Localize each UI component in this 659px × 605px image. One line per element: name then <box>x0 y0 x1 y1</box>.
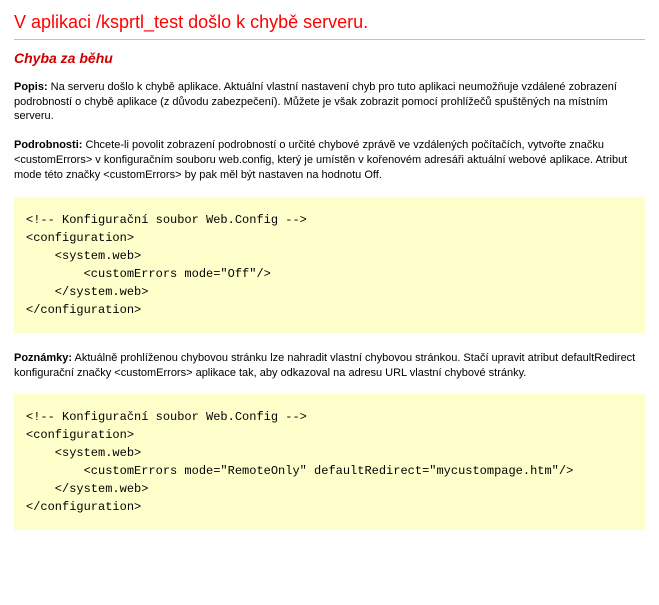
description-label: Popis: <box>14 81 48 93</box>
code-line: <customErrors mode="Off"/> <box>26 265 633 283</box>
code-line: </configuration> <box>26 301 633 319</box>
notes-text: Aktuálně prohlíženou chybovou stránku lz… <box>14 352 635 379</box>
code-line: </configuration> <box>26 498 633 516</box>
notes-paragraph: Poznámky: Aktuálně prohlíženou chybovou … <box>14 351 645 381</box>
details-label: Podrobnosti: <box>14 139 82 151</box>
code-line: </system.web> <box>26 283 633 301</box>
notes-label: Poznámky: <box>14 352 72 364</box>
code-line: <system.web> <box>26 444 633 462</box>
page-title: V aplikaci /ksprtl_test došlo k chybě se… <box>14 12 645 33</box>
description-paragraph: Popis: Na serveru došlo k chybě aplikace… <box>14 80 645 125</box>
code-line: <system.web> <box>26 247 633 265</box>
code-line: <configuration> <box>26 426 633 444</box>
code-line: <!-- Konfigurační soubor Web.Config --> <box>26 408 633 426</box>
details-text: Chcete-li povolit zobrazení podrobností … <box>14 139 627 181</box>
config-example-remoteonly: <!-- Konfigurační soubor Web.Config --> … <box>14 394 645 530</box>
runtime-error-heading: Chyba za běhu <box>14 50 645 66</box>
code-line: <configuration> <box>26 229 633 247</box>
divider <box>14 39 645 40</box>
code-line: <customErrors mode="RemoteOnly" defaultR… <box>26 462 633 480</box>
details-paragraph: Podrobnosti: Chcete-li povolit zobrazení… <box>14 138 645 183</box>
code-line: <!-- Konfigurační soubor Web.Config --> <box>26 211 633 229</box>
description-text: Na serveru došlo k chybě aplikace. Aktuá… <box>14 81 617 123</box>
config-example-off: <!-- Konfigurační soubor Web.Config --> … <box>14 197 645 333</box>
code-line: </system.web> <box>26 480 633 498</box>
